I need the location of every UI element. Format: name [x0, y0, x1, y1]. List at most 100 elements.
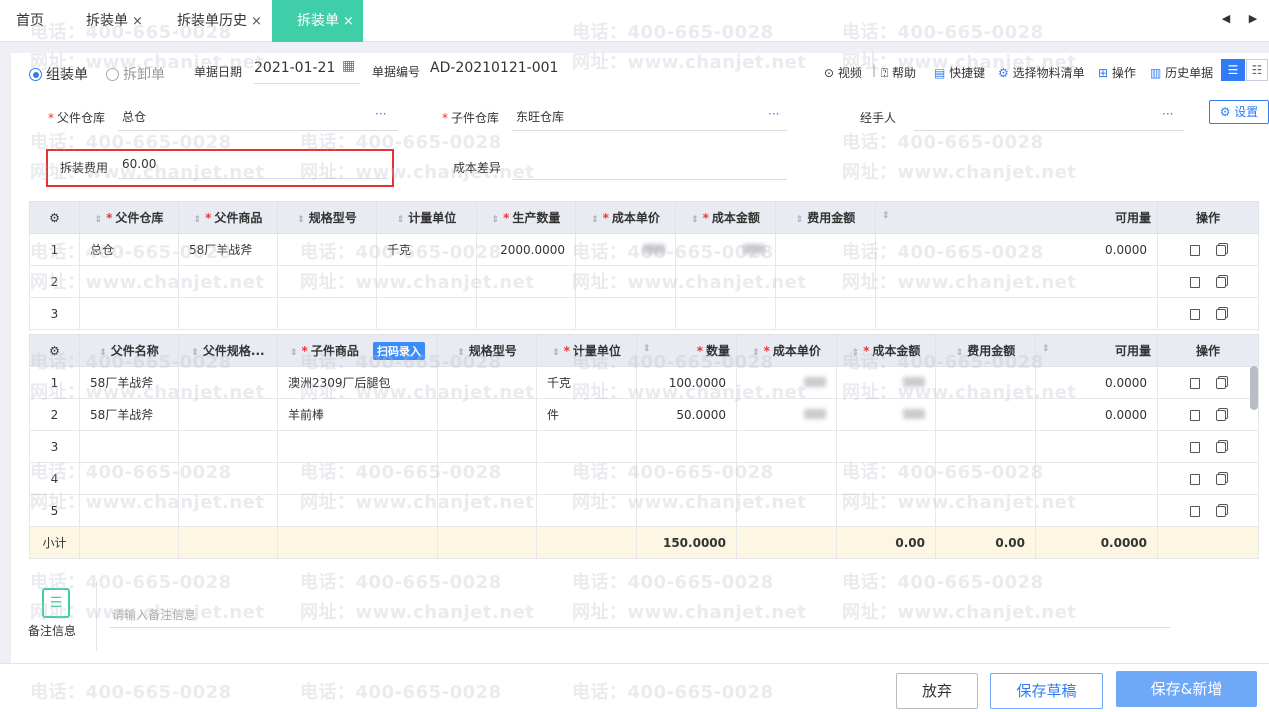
table-row[interactable]: 1 58厂羊战斧 澳洲2309厂后腿包 千克 100.0000 0.0000	[29, 366, 1259, 399]
table-row[interactable]: 3	[29, 297, 1259, 330]
shortcut-link[interactable]: ▤ 快捷键	[934, 64, 985, 81]
tab-next-button[interactable]: ▶	[1240, 6, 1266, 32]
child-wh-field[interactable]: 东旺仓库	[516, 108, 564, 125]
delete-icon[interactable]	[1190, 244, 1200, 256]
parent-wh-label: * 父件仓库	[48, 111, 106, 125]
list-view-icon[interactable]: ☰	[1221, 59, 1245, 81]
table-row[interactable]: 3	[29, 430, 1259, 463]
close-icon[interactable]: ×	[251, 14, 262, 29]
video-link[interactable]: ⊙ 视频	[824, 64, 862, 81]
scan-entry-badge[interactable]: 扫码录入	[373, 341, 426, 360]
gear-icon: ⚙	[1219, 105, 1235, 119]
column-header[interactable]: ⇕ * 生产数量	[476, 201, 576, 234]
copy-icon[interactable]	[1216, 473, 1226, 485]
column-header[interactable]: ⇕ * 计量单位	[536, 334, 637, 367]
remarks-input[interactable]: 请输入备注信息	[112, 606, 196, 623]
masked-value	[743, 243, 765, 254]
number-field[interactable]: AD-20210121-001	[430, 60, 558, 76]
calendar-icon[interactable]: ▦	[342, 58, 355, 74]
column-header: 操作	[1157, 201, 1259, 234]
column-header[interactable]: ⇕ 费用金额	[775, 201, 876, 234]
handler-more-icon[interactable]: ···	[1162, 107, 1173, 121]
keyboard-icon: ▤	[934, 66, 950, 80]
tab-disassembly-active[interactable]: 拆装单 ×	[272, 0, 363, 42]
column-header[interactable]: ⇕ * 父件商品	[178, 201, 278, 234]
delete-icon[interactable]	[1190, 308, 1200, 320]
save-draft-button[interactable]: 保存草稿	[990, 673, 1103, 709]
table-row[interactable]: 2 58厂羊战斧 羊前棒 件 50.0000 0.0000	[29, 398, 1259, 431]
table-row[interactable]: 5	[29, 494, 1259, 527]
parent-wh-field[interactable]: 总仓	[122, 108, 146, 125]
fee-field[interactable]: 60.00	[122, 157, 156, 171]
tab-disassembly-history[interactable]: 拆装单历史 ×	[177, 0, 262, 42]
delete-icon[interactable]	[1190, 276, 1200, 288]
table-row[interactable]: 1 总仓 58厂羊战斧 千克 2000.0000 0.0000	[29, 233, 1259, 266]
table-header-row: ⚙ ⇕ * 父件仓库 ⇕ * 父件商品 ⇕ 规格型号 ⇕ 计量单位 ⇕ * 生产数量 ⇕ * 成本单…	[29, 201, 1259, 234]
help-link[interactable]: ⍰ 帮助	[881, 64, 916, 81]
column-header[interactable]: ⇕ 父件规格...	[178, 334, 278, 367]
number-label: 单据编号	[372, 65, 421, 79]
column-header[interactable]: ⇕ * 成本单价	[736, 334, 837, 367]
save-and-new-button[interactable]: 保存&新增	[1116, 671, 1257, 707]
tab-disassembly[interactable]: 拆装单 ×	[86, 0, 143, 42]
table-row[interactable]: 2	[29, 265, 1259, 298]
date-field[interactable]: 2021-01-21	[254, 60, 335, 76]
fee-label: 拆装费用	[60, 161, 109, 175]
column-header[interactable]: ⇕ * 数量	[636, 334, 737, 367]
copy-icon[interactable]	[1216, 441, 1226, 453]
delete-icon[interactable]	[1190, 441, 1200, 453]
radio-unchecked-icon	[106, 68, 119, 81]
mode-assemble-radio[interactable]: 组装单	[29, 64, 88, 84]
close-icon[interactable]: ×	[132, 14, 143, 29]
column-header[interactable]: ⇕ 规格型号	[437, 334, 537, 367]
delete-icon[interactable]	[1190, 377, 1200, 389]
column-header[interactable]: ⇕ 可用量	[875, 201, 1158, 234]
column-header[interactable]: ⇕ 计量单位	[376, 201, 477, 234]
table-row[interactable]: 4	[29, 462, 1259, 495]
copy-icon[interactable]	[1216, 409, 1226, 421]
tab-prev-button[interactable]: ◀	[1213, 6, 1239, 32]
column-header[interactable]: ⇕ * 成本金额	[836, 334, 936, 367]
select-bom-link[interactable]: ⚙ 选择物料清单	[998, 64, 1085, 81]
tab-home[interactable]: 首页	[16, 0, 44, 42]
settings-button[interactable]: ⚙ 设置	[1209, 100, 1269, 124]
divider	[96, 581, 97, 651]
child-wh-more-icon[interactable]: ···	[768, 107, 779, 121]
document-icon: ▥	[1150, 66, 1166, 80]
card-view-icon[interactable]: ☷	[1246, 59, 1268, 81]
mode-disassemble-radio[interactable]: 拆卸单	[106, 64, 165, 84]
operation-link[interactable]: ⊞ 操作	[1098, 64, 1136, 81]
column-header[interactable]: ⇕ * 子件商品 扫码录入	[277, 334, 438, 367]
delete-icon[interactable]	[1190, 505, 1200, 517]
column-settings-icon[interactable]: ⚙	[29, 334, 80, 367]
masked-value	[804, 408, 826, 419]
copy-icon[interactable]	[1216, 308, 1226, 320]
child-table: ⚙ ⇕ 父件名称 ⇕ 父件规格... ⇕ * 子件商品 扫码录入 ⇕ 规格型号 ⇕ * 计量单…	[29, 334, 1259, 559]
column-header[interactable]: ⇕ * 成本金额	[675, 201, 776, 234]
copy-icon[interactable]	[1216, 505, 1226, 517]
copy-icon[interactable]	[1216, 276, 1226, 288]
column-settings-icon[interactable]: ⚙	[29, 201, 80, 234]
subtotal-row: 小计 150.0000 0.00 0.00 0.0000	[29, 526, 1259, 559]
column-header[interactable]: ⇕ * 父件仓库	[79, 201, 179, 234]
column-header: 操作	[1157, 334, 1259, 367]
history-link[interactable]: ▥ 历史单据	[1150, 64, 1213, 81]
table-scrollbar[interactable]	[1250, 366, 1258, 410]
column-header[interactable]: ⇕ 可用量	[1035, 334, 1158, 367]
column-header[interactable]: ⇕ 费用金额	[935, 334, 1036, 367]
date-label: 单据日期	[194, 65, 243, 79]
copy-icon[interactable]	[1216, 244, 1226, 256]
column-header[interactable]: ⇕ 规格型号	[277, 201, 377, 234]
footer-bar: 放弃 保存草稿 保存&新增	[0, 663, 1269, 712]
column-header[interactable]: ⇕ * 成本单价	[575, 201, 676, 234]
discard-button[interactable]: 放弃	[896, 673, 978, 709]
masked-value	[903, 408, 925, 419]
grid-icon: ⊞	[1098, 66, 1112, 80]
parent-wh-more-icon[interactable]: ···	[375, 107, 386, 121]
radio-checked-icon	[29, 68, 42, 81]
delete-icon[interactable]	[1190, 409, 1200, 421]
copy-icon[interactable]	[1216, 377, 1226, 389]
close-icon[interactable]: ×	[343, 14, 354, 29]
column-header[interactable]: ⇕ 父件名称	[79, 334, 179, 367]
delete-icon[interactable]	[1190, 473, 1200, 485]
